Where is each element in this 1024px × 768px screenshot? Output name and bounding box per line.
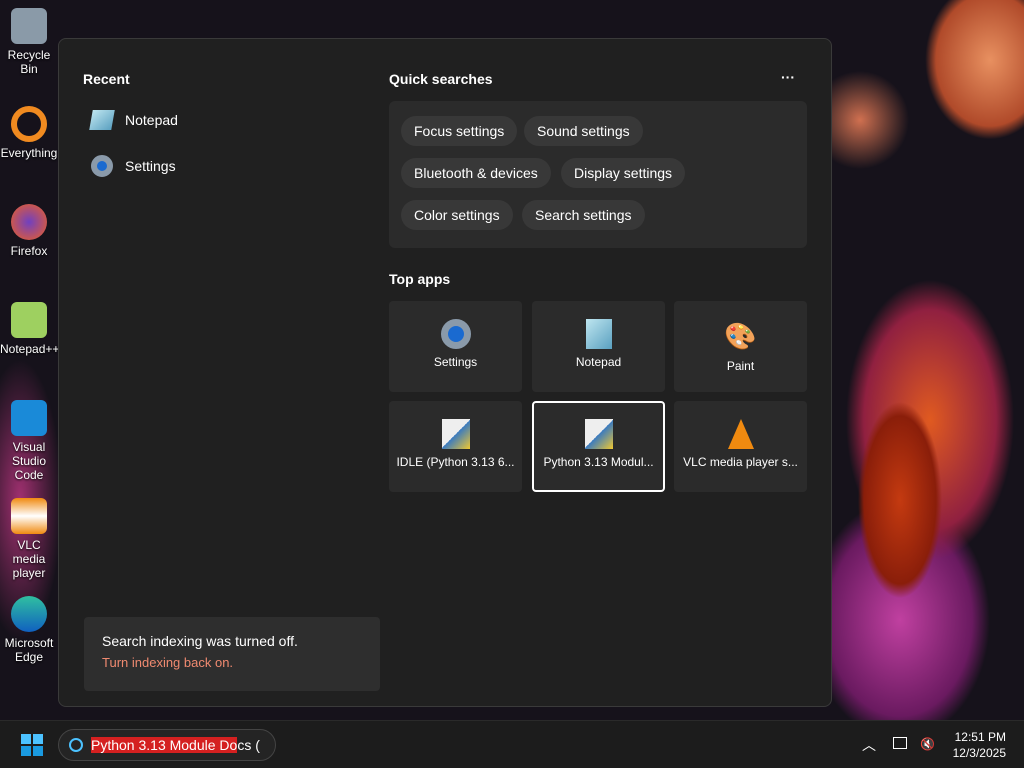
clock-time: 12:51 PM xyxy=(954,730,1006,744)
desktop-icon-recycle-bin[interactable]: Recycle Bin xyxy=(0,8,58,76)
taskbar: Python 3.13 Module Docs ( ︿ 🔇 12:51 PM 1… xyxy=(0,720,1024,768)
search-icon xyxy=(69,738,83,752)
chip-search-settings[interactable]: Search settings xyxy=(522,200,645,230)
desktop-icon-vlc[interactable]: VLC media player xyxy=(0,498,58,580)
vlc-icon xyxy=(727,419,754,449)
desktop-icon-vscode[interactable]: Visual Studio Code xyxy=(0,400,58,482)
network-icon[interactable] xyxy=(893,737,907,749)
turn-indexing-on-link[interactable]: Turn indexing back on. xyxy=(102,655,362,670)
desktop-icon-everything[interactable]: Everything xyxy=(0,106,58,160)
python-icon xyxy=(441,419,470,449)
search-text-rest: cs ( xyxy=(237,737,260,753)
chip-bluetooth-devices[interactable]: Bluetooth & devices xyxy=(401,158,551,188)
top-app-settings[interactable]: Settings xyxy=(389,301,522,392)
notepadpp-icon xyxy=(11,302,47,338)
search-text-selected: Python 3.13 Module Do xyxy=(91,737,238,753)
chip-color-settings[interactable]: Color settings xyxy=(401,200,513,230)
recent-heading: Recent xyxy=(83,71,130,87)
desktop-icon-firefox[interactable]: Firefox xyxy=(0,204,58,258)
top-app-notepad[interactable]: Notepad xyxy=(532,301,665,392)
indexing-notice-text: Search indexing was turned off. xyxy=(102,633,298,649)
recent-item-notepad[interactable]: Notepad xyxy=(89,102,178,138)
recycle-bin-icon xyxy=(11,8,47,44)
chip-focus-settings[interactable]: Focus settings xyxy=(401,116,518,146)
top-apps-heading: Top apps xyxy=(389,271,451,287)
vscode-icon xyxy=(11,400,47,436)
top-app-vlc[interactable]: VLC media player s... xyxy=(674,401,807,492)
desktop-icon-notepadpp[interactable]: Notepad++ xyxy=(0,302,59,356)
start-button[interactable] xyxy=(21,734,43,756)
indexing-notice: Search indexing was turned off. Turn ind… xyxy=(84,617,380,691)
edge-icon xyxy=(11,596,47,632)
gear-icon xyxy=(91,155,113,177)
chip-display-settings[interactable]: Display settings xyxy=(561,158,686,188)
palette-icon: 🎨 xyxy=(724,321,757,351)
volume-muted-icon[interactable]: 🔇 xyxy=(920,737,935,751)
python-icon xyxy=(584,419,613,449)
top-app-python-docs[interactable]: Python 3.13 Modul... xyxy=(532,401,665,492)
quick-searches-heading: Quick searches xyxy=(389,71,493,87)
chip-sound-settings[interactable]: Sound settings xyxy=(524,116,643,146)
chevron-up-icon[interactable]: ︿ xyxy=(862,735,876,755)
desktop-icon-edge[interactable]: Microsoft Edge xyxy=(0,596,58,664)
gear-icon xyxy=(440,319,471,349)
taskbar-search-input[interactable]: Python 3.13 Module Docs ( xyxy=(58,729,276,761)
recent-item-settings[interactable]: Settings xyxy=(91,148,176,184)
notepad-icon xyxy=(585,319,612,349)
everything-icon xyxy=(11,106,47,142)
vlc-icon xyxy=(11,498,47,534)
firefox-icon xyxy=(11,204,47,240)
more-options-button[interactable]: ··· xyxy=(781,69,795,85)
clock[interactable]: 12:51 PM 12/3/2025 xyxy=(953,729,1006,761)
clock-date: 12/3/2025 xyxy=(952,746,1006,760)
start-search-panel: Recent Notepad Settings Quick searches ·… xyxy=(58,38,832,707)
notepad-icon xyxy=(89,110,115,130)
quick-searches-box: Focus settings Sound settings Bluetooth … xyxy=(389,101,807,248)
top-app-idle[interactable]: IDLE (Python 3.13 6... xyxy=(389,401,522,492)
top-app-paint[interactable]: 🎨 Paint xyxy=(674,301,807,392)
